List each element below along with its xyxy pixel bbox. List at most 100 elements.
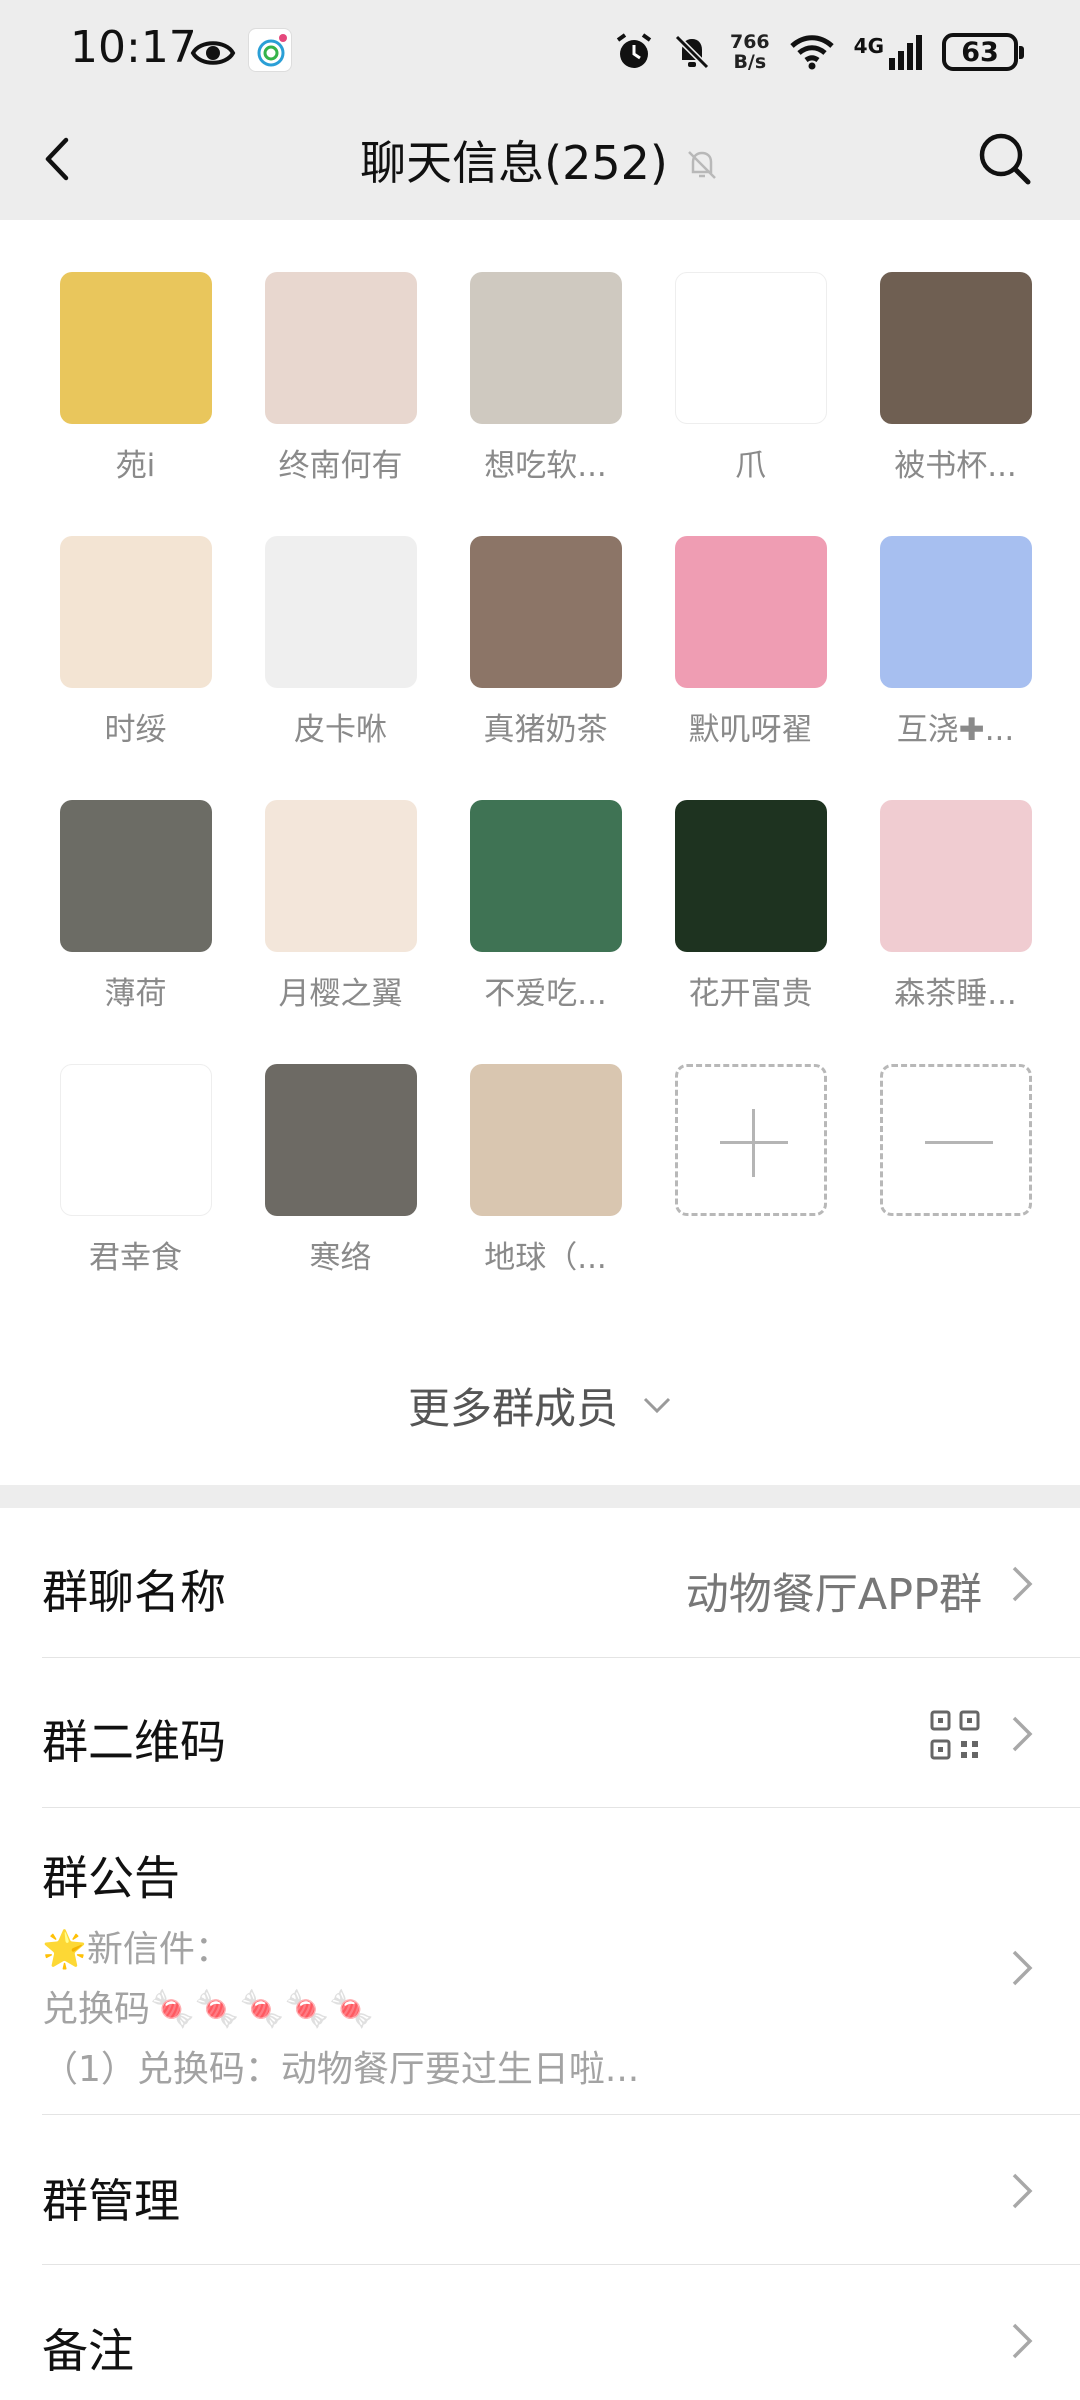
net-speed-value: 766 (729, 31, 770, 53)
battery-indicator: 63 (942, 33, 1024, 71)
group-qr-row[interactable]: 群二维码 (0, 1658, 1080, 1808)
chevron-right-icon (1012, 1566, 1033, 1602)
member-item[interactable]: 互浇✚... (853, 536, 1058, 800)
member-avatar (59, 800, 212, 952)
more-members-label: 更多群成员 (407, 1383, 618, 1433)
bell-off-icon (674, 34, 710, 70)
chevron-right-icon (1012, 1950, 1033, 1986)
search-icon[interactable] (972, 126, 1038, 192)
remove-member-button[interactable] (853, 1064, 1058, 1328)
member-name: 苑i (115, 448, 156, 484)
member-name: 想吃软... (484, 448, 607, 484)
chevron-right-icon (1012, 2323, 1033, 2359)
member-name: 皮卡咻 (294, 712, 387, 748)
member-item[interactable]: 花开富贵 (648, 800, 853, 1064)
remark-label: 备注 (42, 2324, 134, 2378)
carrier-app-icon (248, 28, 292, 72)
signal-bars-icon (889, 35, 922, 70)
member-item[interactable]: 地球（... (443, 1064, 648, 1328)
net-speed: 766 B/s (730, 32, 770, 72)
alarm-icon (616, 33, 652, 68)
member-item[interactable]: 想吃软... (443, 272, 648, 536)
member-name: 爪 (735, 448, 766, 484)
member-item[interactable]: 终南何有 (238, 272, 443, 536)
member-name: 君幸食 (89, 1240, 182, 1276)
status-icons: 766 B/s 4G 63 (614, 24, 1024, 80)
member-avatar (264, 272, 417, 424)
member-avatar (879, 272, 1032, 424)
member-name: 地球（... (484, 1240, 607, 1276)
network-type: 4G (853, 34, 884, 58)
member-item[interactable]: 皮卡咻 (238, 536, 443, 800)
group-manage-label: 群管理 (42, 2174, 180, 2228)
qr-code-icon (930, 1710, 980, 1760)
member-item[interactable]: 默叽呀翟 (648, 536, 853, 800)
group-name-row[interactable]: 群聊名称 动物餐厅APP群 (0, 1508, 1080, 1658)
group-notice-row[interactable]: 群公告 🌟新信件： 兑换码🍬🍬🍬🍬🍬 （1）兑换码：动物餐厅要过生日啦... (0, 1808, 1080, 2115)
member-avatar (469, 1064, 622, 1216)
member-name: 森茶睡... (894, 976, 1017, 1012)
group-name-value: 动物餐厅APP群 (685, 1570, 982, 1620)
group-name-label: 群聊名称 (42, 1565, 226, 1619)
member-item[interactable]: 君幸食 (33, 1064, 238, 1328)
status-bar: 10:17 766 B/s 4G 63 (0, 0, 1080, 100)
plus-icon (674, 1064, 827, 1216)
member-avatar (674, 536, 827, 688)
more-members-button[interactable]: 更多群成员 (0, 1360, 1080, 1450)
group-manage-row[interactable]: 群管理 (0, 2115, 1080, 2265)
member-avatar (469, 800, 622, 952)
member-item[interactable]: 爪 (648, 272, 853, 536)
cell-signal: 4G (854, 34, 924, 70)
page-title: 聊天信息(252) (360, 136, 668, 190)
member-name: 默叽呀翟 (688, 712, 813, 748)
member-item[interactable]: 月樱之翼 (238, 800, 443, 1064)
battery-level: 63 (961, 36, 999, 68)
member-avatar (674, 800, 827, 952)
member-avatar (469, 272, 622, 424)
member-name: 终南何有 (278, 448, 403, 484)
remark-row[interactable]: 备注 (0, 2265, 1080, 2400)
member-name: 被书杯... (894, 448, 1017, 484)
settings-list: 群聊名称 动物餐厅APP群 群二维码 群公告 🌟新信件： 兑换码🍬🍬🍬🍬🍬 （1… (0, 1508, 1080, 2400)
member-item[interactable]: 森茶睡... (853, 800, 1058, 1064)
member-avatar (469, 536, 622, 688)
member-avatar (59, 272, 212, 424)
chevron-right-icon (1012, 2173, 1033, 2209)
member-name: 不爱吃... (484, 976, 607, 1012)
eye-icon (190, 41, 236, 65)
member-avatar (879, 800, 1032, 952)
member-item[interactable]: 不爱吃... (443, 800, 648, 1064)
add-member-button[interactable] (648, 1064, 853, 1328)
minus-icon (879, 1064, 1032, 1216)
member-avatar (674, 272, 827, 424)
mute-bell-icon (687, 151, 716, 179)
member-avatar (59, 536, 212, 688)
notice-line-1: 🌟新信件： (42, 1929, 231, 1970)
group-notice-label: 群公告 (42, 1851, 180, 1905)
member-item[interactable]: 真猪奶茶 (443, 536, 648, 800)
member-avatar (59, 1064, 212, 1216)
member-name: 寒络 (309, 1240, 372, 1276)
member-name: 薄荷 (104, 976, 167, 1012)
member-avatar (264, 800, 417, 952)
member-name: 互浇✚... (896, 712, 1015, 748)
member-item[interactable]: 时绥 (33, 536, 238, 800)
member-grid: 苑i 终南何有 想吃软... 爪 被书杯... 时绥 皮卡咻 真猪奶茶 默叽呀翟 互浇✚... 薄荷… (33, 272, 1047, 1328)
wifi-icon (789, 35, 834, 70)
member-avatar (879, 536, 1032, 688)
member-item[interactable]: 薄荷 (33, 800, 238, 1064)
member-name: 月樱之翼 (278, 976, 403, 1012)
member-item[interactable]: 被书杯... (853, 272, 1058, 536)
status-time: 10:17 (70, 22, 197, 73)
member-name: 花开富贵 (688, 976, 813, 1012)
member-name: 时绥 (104, 712, 167, 748)
header: 聊天信息(252) (0, 100, 1080, 220)
group-qr-label: 群二维码 (42, 1715, 226, 1769)
member-item[interactable]: 寒络 (238, 1064, 443, 1328)
members-panel: 苑i 终南何有 想吃软... 爪 被书杯... 时绥 皮卡咻 真猪奶茶 默叽呀翟 互浇✚... 薄荷… (0, 220, 1080, 1485)
title-wrap: 聊天信息(252) (0, 100, 1080, 220)
member-avatar (264, 536, 417, 688)
member-name: 真猪奶茶 (483, 712, 608, 748)
member-item[interactable]: 苑i (33, 272, 238, 536)
chevron-right-icon (1012, 1716, 1033, 1752)
